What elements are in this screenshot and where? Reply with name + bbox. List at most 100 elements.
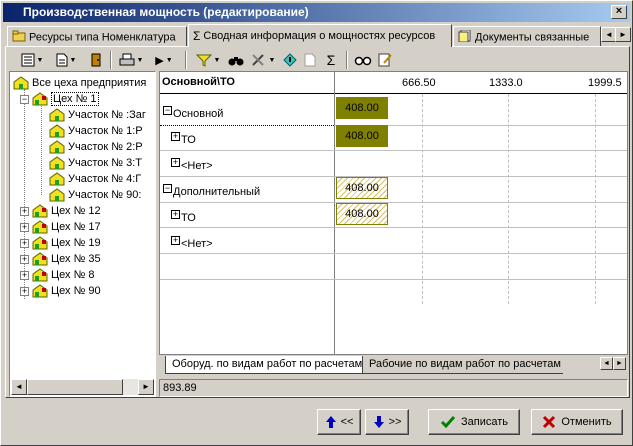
print-button[interactable]: ▼ — [117, 51, 145, 69]
cancel-label: Отменить — [561, 416, 612, 428]
document-button[interactable]: ▼ — [53, 51, 79, 69]
edit-note-button[interactable] — [375, 51, 395, 69]
tree-node-workshop[interactable]: + Цех № 90 — [20, 283, 101, 299]
expand-toggle[interactable]: + — [171, 235, 180, 245]
collapse-toggle[interactable]: − — [20, 94, 29, 104]
previous-button[interactable]: << — [317, 409, 361, 435]
find-button[interactable] — [227, 51, 245, 69]
app-window: Производственная мощность (редактировани… — [0, 0, 633, 446]
tree-node-workshop[interactable]: + Цех № 19 — [20, 235, 101, 251]
chevron-down-icon: ▼ — [136, 56, 144, 64]
collapse-toggle[interactable]: − — [163, 105, 172, 115]
run-button[interactable]: ▶ ▼ — [151, 51, 177, 69]
expand-toggle[interactable]: + — [20, 206, 29, 216]
department-tree[interactable]: Все цеха предприятия − Цех № 1 Участок №… — [9, 71, 156, 397]
tree-node-workshop[interactable]: + Цех № 12 — [20, 203, 101, 219]
row-divider — [160, 202, 627, 203]
expand-toggle[interactable]: + — [20, 286, 29, 296]
tree-connector — [41, 103, 42, 195]
expand-toggle[interactable]: + — [20, 238, 29, 248]
tab-resources-nomenclature[interactable]: Ресурсы типа Номенклатура — [7, 26, 187, 46]
tab-related-documents[interactable]: Документы связанные — [453, 26, 601, 46]
tree-node-section[interactable]: Участок № 1:Р — [49, 123, 143, 139]
sum-button[interactable]: Σ — [322, 51, 340, 69]
close-x-icon — [543, 415, 556, 429]
row-label: <Нет> — [181, 238, 213, 250]
tree-node-workshop[interactable]: − Цех № 1 — [20, 91, 99, 107]
tree-node-workshop[interactable]: + Цех № 35 — [20, 251, 101, 267]
row-divider — [160, 227, 627, 228]
filter-button[interactable]: ▼ — [193, 51, 223, 69]
tree-node-section[interactable]: Участок № 90: — [49, 187, 141, 203]
workshop-icon — [32, 236, 48, 250]
bottom-tab-scroll-left[interactable]: ◄ — [600, 357, 613, 370]
grid-row-main[interactable]: − Основной — [163, 100, 223, 120]
tree-root[interactable]: Все цеха предприятия — [13, 75, 146, 91]
grid-row-none[interactable]: + <Нет> — [171, 230, 213, 250]
workshop-icon — [32, 284, 48, 298]
play-icon: ▶ — [155, 54, 164, 67]
section-icon — [49, 140, 65, 154]
tab-capacity-summary[interactable]: Σ Сводная информация о мощностях ресурсов — [188, 24, 452, 47]
expand-toggle[interactable]: + — [171, 131, 180, 141]
grid-row-none[interactable]: + <Нет> — [171, 152, 213, 172]
tree-node-section[interactable]: Участок № 3:Т — [49, 155, 142, 171]
blank-document-button[interactable] — [301, 51, 319, 69]
tools-button[interactable]: ▼ — [249, 51, 277, 69]
workshop-icon — [32, 220, 48, 234]
chevron-down-icon: ▼ — [213, 56, 221, 64]
tree-horizontal-scrollbar[interactable]: ◄ ► — [11, 379, 154, 395]
tree-node-label: Участок № 90: — [68, 189, 142, 201]
next-label: >> — [388, 416, 402, 428]
bottom-tab-bar: Оборуд. по видам работ по расчетам Рабоч… — [159, 356, 628, 376]
capacity-bar[interactable]: 408.00 — [336, 125, 388, 147]
view-button[interactable] — [353, 51, 373, 69]
title-bar: Производственная мощность (редактировани… — [3, 3, 630, 22]
tab-workers-by-work-type[interactable]: Рабочие по видам работ по расчетам — [363, 356, 563, 374]
workshop-icon — [32, 92, 48, 106]
bottom-tab-scroll-right[interactable]: ► — [613, 357, 626, 370]
status-field: 893.89 — [159, 379, 628, 397]
expand-toggle[interactable]: + — [20, 222, 29, 232]
scroll-right-button[interactable]: ► — [138, 379, 154, 395]
tree-node-workshop[interactable]: + Цех № 8 — [20, 267, 95, 283]
chevron-down-icon: ▼ — [268, 56, 276, 64]
tree-node-label: Цех № 35 — [51, 253, 101, 265]
expand-toggle[interactable]: + — [171, 209, 180, 219]
grid-row-additional[interactable]: − Дополнительный — [163, 178, 260, 198]
capacity-bar[interactable]: 408.00 — [336, 177, 388, 199]
tree-node-workshop[interactable]: + Цех № 17 — [20, 219, 101, 235]
grid-header: Основной\ТО 666.50 1333.0 1999.5 — [160, 72, 627, 94]
tab-label: Документы связанные — [475, 31, 590, 44]
scroll-left-button[interactable]: ◄ — [11, 379, 27, 395]
window-title: Производственная мощность (редактировани… — [23, 5, 309, 19]
close-button[interactable]: × — [611, 5, 627, 19]
grid-row-to[interactable]: + ТО — [171, 126, 196, 146]
tree-node-section[interactable]: Участок № :Заг — [49, 107, 146, 123]
tab-equipment-by-work-type[interactable]: Оборуд. по видам работ по расчетам — [165, 356, 363, 374]
expand-toggle[interactable]: + — [171, 157, 180, 167]
exit-button[interactable] — [87, 51, 105, 69]
scrollbar-thumb[interactable] — [27, 379, 123, 395]
tree-node-section[interactable]: Участок № 4:Г — [49, 171, 141, 187]
grid-row-to[interactable]: + ТО — [171, 204, 196, 224]
tree-node-section[interactable]: Участок № 2:Р — [49, 139, 143, 155]
capacity-bar[interactable]: 408.00 — [336, 97, 388, 119]
toolbar-separator — [346, 51, 348, 69]
tab-scroll-right-button[interactable]: ► — [615, 27, 631, 42]
cancel-button[interactable]: Отменить — [531, 409, 623, 435]
expand-toggle[interactable]: + — [20, 254, 29, 264]
warning-icon — [283, 53, 297, 67]
list-view-button[interactable]: ▼ — [19, 51, 45, 69]
expand-toggle[interactable]: + — [20, 270, 29, 280]
document-icon — [56, 53, 68, 67]
capacity-grid[interactable]: Основной\ТО 666.50 1333.0 1999.5 − Основ… — [159, 71, 628, 355]
save-button[interactable]: Записать — [428, 409, 520, 435]
warning-button[interactable] — [281, 51, 299, 69]
capacity-bar[interactable]: 408.00 — [336, 203, 388, 225]
glasses-icon — [354, 56, 372, 66]
collapse-toggle[interactable]: − — [163, 183, 172, 193]
next-button[interactable]: >> — [365, 409, 409, 435]
printer-icon — [119, 53, 135, 66]
tab-label: Ресурсы типа Номенклатура — [29, 31, 176, 44]
